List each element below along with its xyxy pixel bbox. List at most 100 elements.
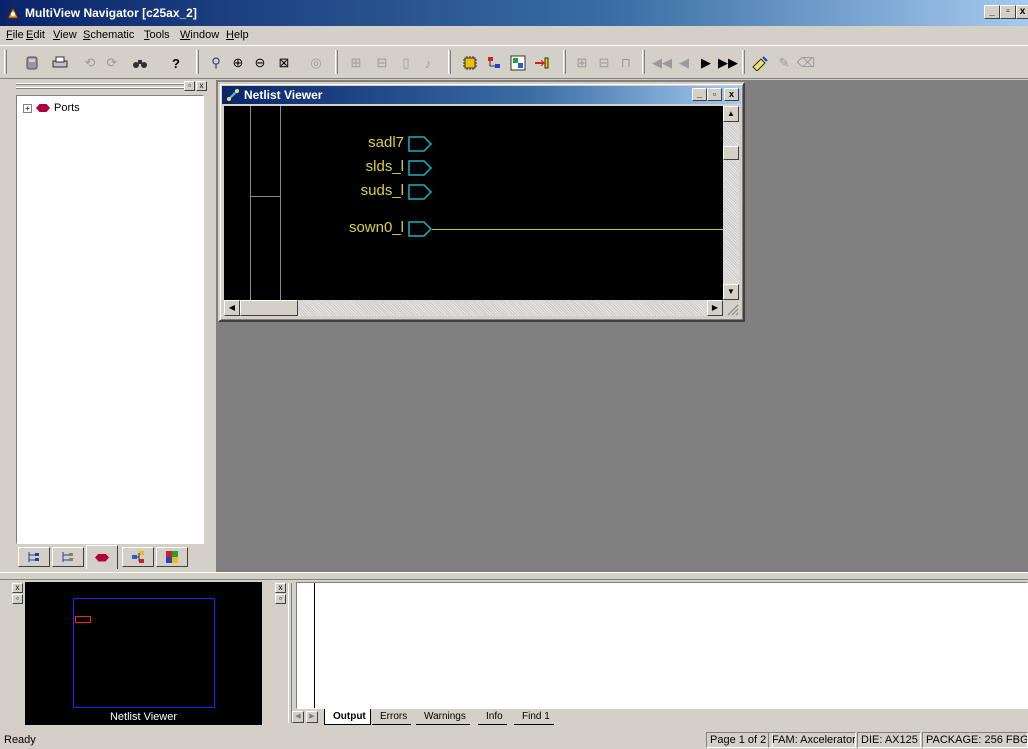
print-icon[interactable] (50, 53, 70, 73)
zoom-out-icon[interactable]: ⊖ (250, 53, 270, 73)
menu-help[interactable]: Help (226, 29, 249, 41)
output-pane[interactable] (296, 582, 1028, 709)
zoom-in-icon[interactable]: ⊕ (228, 53, 248, 73)
panel-close-button[interactable]: x (196, 81, 207, 91)
panel-splitter[interactable] (0, 572, 1028, 580)
tab-hierarchy-icon[interactable] (18, 547, 50, 567)
output-port-icon[interactable] (408, 136, 432, 152)
collapse-icon[interactable]: ⊟ (372, 53, 392, 73)
nav-first-icon[interactable]: ◀◀ (652, 53, 672, 73)
nav-prev-icon[interactable]: ◀ (674, 53, 694, 73)
panel-float-button[interactable]: ▫ (184, 81, 195, 91)
netlist-canvas[interactable]: sadl7 slds_l suds_l sown0_l (224, 106, 723, 300)
tree-item-ports[interactable]: + Ports (23, 102, 80, 114)
insert-icon[interactable] (532, 53, 552, 73)
tab-output[interactable]: Output (324, 709, 371, 725)
nav-down-icon[interactable]: ⊟ (594, 53, 614, 73)
scroll-down-icon[interactable]: ▼ (723, 284, 739, 300)
zoom-fit-icon[interactable]: ⊠ (274, 53, 294, 73)
expander-icon[interactable]: + (23, 103, 32, 113)
nav-top-icon[interactable]: ⊓ (616, 53, 636, 73)
close-button[interactable]: x (1016, 5, 1028, 19)
tab-errors[interactable]: Errors (372, 709, 412, 725)
scroll-thumb[interactable] (723, 146, 739, 160)
nav-next-icon[interactable]: ▶▶ (718, 53, 738, 73)
hide-icon[interactable]: ▯ (396, 53, 416, 73)
minimize-button[interactable]: _ (984, 5, 1000, 19)
restore-button[interactable]: ▫ (1000, 5, 1016, 19)
tab-warnings[interactable]: Warnings (416, 709, 470, 725)
scroll-thumb[interactable] (240, 300, 298, 316)
nav-play-icon[interactable]: ▶ (696, 53, 716, 73)
nav-up-icon[interactable]: ⊞ (572, 53, 592, 73)
output-float-button[interactable]: ▫ (275, 594, 286, 604)
save-icon[interactable] (22, 53, 42, 73)
tab-nets-icon[interactable] (122, 547, 154, 567)
title-bar[interactable]: MultiView Navigator [c25ax_2] _ ▫ x (0, 0, 1028, 26)
resize-grip-icon[interactable] (723, 300, 739, 316)
scroll-right-icon[interactable]: ▶ (707, 300, 723, 316)
viewport-indicator[interactable] (75, 616, 91, 623)
overview-frame (73, 598, 215, 708)
redo-icon[interactable]: ⟳ (102, 53, 122, 73)
tab-info[interactable]: Info (478, 709, 507, 725)
toolbar-grip-7[interactable] (742, 50, 745, 74)
undo-icon[interactable]: ⟲ (80, 53, 100, 73)
toolbar-grip[interactable] (4, 50, 7, 74)
menu-tools[interactable]: Tools (144, 29, 170, 41)
expand-icon[interactable]: ⊞ (346, 53, 366, 73)
overview-float-button[interactable]: ▫ (12, 594, 23, 604)
output-port-icon[interactable] (408, 184, 432, 200)
netlist-maximize-button[interactable]: ▫ (707, 88, 722, 101)
find-icon[interactable] (130, 53, 150, 73)
zoom-select-icon[interactable]: ⚲ (206, 53, 226, 73)
toolbar-grip-5[interactable] (563, 50, 566, 74)
toolbar-grip-2[interactable] (196, 50, 199, 74)
menu-edit[interactable]: Edit (26, 29, 45, 41)
netlist-vertical-scrollbar[interactable]: ▲ ▼ (723, 106, 739, 300)
trace-icon[interactable]: ♪ (418, 53, 438, 73)
port-row[interactable]: sadl7 (284, 134, 404, 154)
netlist-close-button[interactable]: x (724, 88, 739, 101)
netlist-title-bar[interactable]: Netlist Viewer _ ▫ x (222, 86, 741, 104)
tab-scroll-left-icon[interactable]: ◀ (292, 711, 304, 723)
scroll-left-icon[interactable]: ◀ (224, 300, 240, 316)
highlight-icon[interactable] (750, 53, 770, 73)
output-port-icon[interactable] (408, 160, 432, 176)
overview-panel[interactable]: Netlist Viewer (25, 582, 262, 725)
toolbar-grip-6[interactable] (642, 50, 645, 74)
toolbar-grip-3[interactable] (335, 50, 338, 74)
menu-window[interactable]: Window (180, 29, 219, 41)
tree-panel-caption[interactable]: ▫ x (12, 80, 208, 94)
tree-view[interactable]: + Ports (16, 95, 204, 544)
schematic-icon[interactable] (508, 53, 528, 73)
output-grip[interactable] (288, 583, 292, 723)
netlist-minimize-button[interactable]: _ (692, 88, 707, 101)
refresh-icon[interactable]: ◎ (306, 53, 326, 73)
output-close-button[interactable]: x (275, 583, 286, 593)
netlist-title: Netlist Viewer (244, 88, 323, 102)
port-row[interactable]: suds_l (284, 182, 404, 202)
hierarchy-icon[interactable] (484, 53, 504, 73)
netlist-viewer-window[interactable]: Netlist Viewer _ ▫ x sadl7 slds_l suds_l… (218, 82, 745, 322)
tab-find-1[interactable]: Find 1 (514, 709, 554, 725)
chip-icon[interactable] (460, 53, 480, 73)
menu-file[interactable]: File (6, 29, 24, 41)
netlist-horizontal-scrollbar[interactable]: ◀ ▶ (224, 300, 723, 316)
overview-close-button[interactable]: x (12, 583, 23, 593)
menu-schematic[interactable]: Schematic (83, 29, 134, 41)
menu-view[interactable]: View (53, 29, 77, 41)
net-wire[interactable] (432, 229, 723, 230)
tab-netlist-icon[interactable] (52, 547, 84, 567)
scroll-up-icon[interactable]: ▲ (723, 106, 739, 122)
tab-scroll-right-icon[interactable]: ▶ (306, 711, 318, 723)
output-port-icon[interactable] (408, 221, 432, 237)
unhighlight-icon[interactable]: ✎ (774, 53, 794, 73)
help-icon[interactable]: ? (166, 53, 186, 73)
tab-colors-icon[interactable] (156, 547, 188, 567)
tab-ports-icon[interactable] (86, 545, 118, 569)
toolbar-grip-4[interactable] (448, 50, 451, 74)
erase-icon[interactable]: ⌫ (796, 53, 816, 73)
port-row[interactable]: slds_l (284, 158, 404, 178)
port-row[interactable]: sown0_l (284, 219, 404, 239)
